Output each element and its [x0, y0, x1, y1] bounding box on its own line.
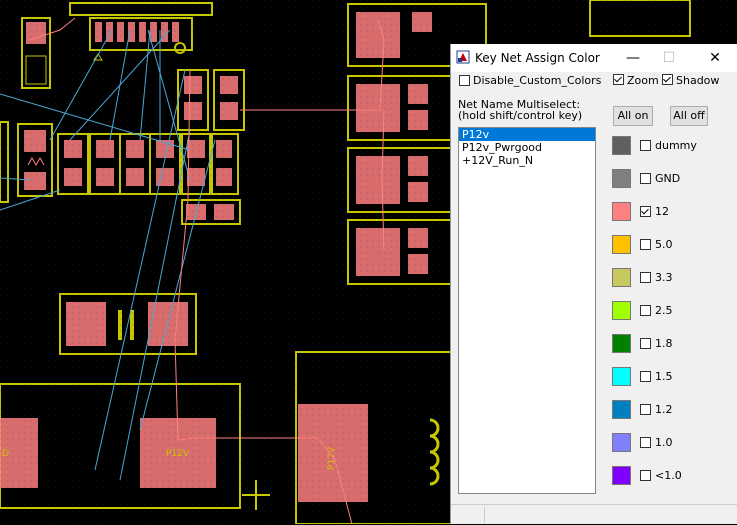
- all-on-button[interactable]: All on: [613, 106, 653, 126]
- color-swatch[interactable]: [612, 466, 631, 485]
- color-label: dummy: [655, 139, 697, 152]
- all-off-button[interactable]: All off: [670, 106, 708, 126]
- dialog-title: Key Net Assign Color: [475, 51, 600, 65]
- color-swatch[interactable]: [612, 169, 631, 188]
- disable-custom-colors-checkbox[interactable]: [459, 75, 470, 86]
- color-label: 1.8: [655, 337, 673, 350]
- color-label: 1.2: [655, 403, 673, 416]
- color-checkbox[interactable]: [640, 404, 651, 415]
- color-checkbox[interactable]: [640, 338, 651, 349]
- zoom-label: Zoom: [627, 74, 659, 87]
- color-swatch[interactable]: [612, 334, 631, 353]
- key-net-assign-color-dialog: Key Net Assign Color — ☐ ✕ Disable_Custo…: [450, 44, 737, 524]
- multiselect-hint: (hold shift/control key): [458, 109, 583, 122]
- net-list-item[interactable]: +12V_Run_N: [459, 154, 595, 167]
- color-checkbox[interactable]: [640, 206, 651, 217]
- color-label: 2.5: [655, 304, 673, 317]
- color-label: 3.3: [655, 271, 673, 284]
- color-checkbox[interactable]: [640, 437, 651, 448]
- net-list-item[interactable]: P12v_Pwrgood: [459, 141, 595, 154]
- color-swatch[interactable]: [612, 367, 631, 386]
- color-checkbox[interactable]: [640, 140, 651, 151]
- color-checkbox[interactable]: [640, 371, 651, 382]
- color-swatch[interactable]: [612, 136, 631, 155]
- dialog-titlebar[interactable]: Key Net Assign Color — ☐ ✕: [451, 44, 737, 72]
- color-swatch[interactable]: [612, 400, 631, 419]
- color-checkbox[interactable]: [640, 239, 651, 250]
- color-label: 1.5: [655, 370, 673, 383]
- shadow-checkbox[interactable]: [662, 74, 673, 85]
- color-swatch[interactable]: [612, 235, 631, 254]
- minimize-button[interactable]: —: [618, 44, 648, 72]
- close-button[interactable]: ✕: [700, 44, 730, 72]
- color-swatch[interactable]: [612, 433, 631, 452]
- app-icon: [456, 50, 470, 64]
- net-name-listbox[interactable]: P12v P12v_Pwrgood +12V_Run_N: [458, 127, 596, 494]
- color-swatch[interactable]: [612, 268, 631, 287]
- zoom-checkbox[interactable]: [613, 74, 624, 85]
- color-label: GND: [655, 172, 681, 185]
- color-label: <1.0: [655, 469, 682, 482]
- disable-custom-colors-label: Disable_Custom_Colors: [473, 74, 602, 87]
- shadow-label: Shadow: [676, 74, 720, 87]
- color-label: 5.0: [655, 238, 673, 251]
- maximize-button[interactable]: ☐: [654, 44, 684, 72]
- color-label: 1.0: [655, 436, 673, 449]
- color-checkbox[interactable]: [640, 173, 651, 184]
- net-list-item[interactable]: P12v: [459, 128, 595, 141]
- color-checkbox[interactable]: [640, 272, 651, 283]
- status-bar: [451, 504, 737, 525]
- color-label: 12: [655, 205, 669, 218]
- color-swatch[interactable]: [612, 202, 631, 221]
- color-swatch[interactable]: [612, 301, 631, 320]
- color-checkbox[interactable]: [640, 305, 651, 316]
- color-checkbox[interactable]: [640, 470, 651, 481]
